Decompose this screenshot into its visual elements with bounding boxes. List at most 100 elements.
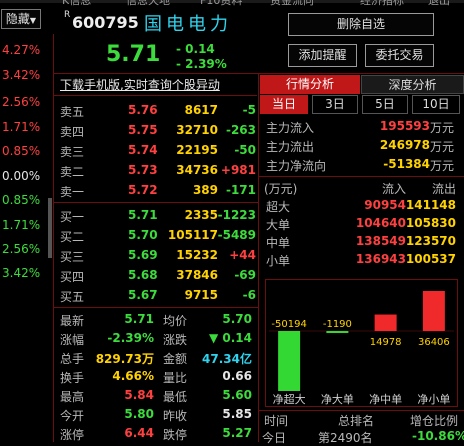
top-strip-frag4[interactable]: 资金流向: [270, 0, 314, 8]
download-app-link[interactable]: 下载手机版,实时查询个股异动: [60, 76, 220, 93]
net-flow-category-label: 净中单: [369, 392, 402, 406]
remove-watchlist-button[interactable]: 删除自选: [288, 13, 434, 36]
outflow-header: 流出: [431, 182, 456, 196]
center-divider: [258, 74, 259, 442]
net-flow-category-label: 净超大: [273, 392, 306, 406]
sell-price: 5.74: [128, 143, 158, 157]
top-strip-frag2[interactable]: 信息天地: [126, 0, 170, 8]
scale-value: 2.56%: [2, 95, 41, 109]
main-outflow-unit: 万元: [430, 140, 455, 154]
buy-level-label: 买一: [60, 210, 85, 224]
period-5d[interactable]: 5日: [362, 95, 408, 114]
period-10d[interactable]: 10日: [412, 95, 460, 114]
net-flow-data-label: -1190: [323, 319, 352, 330]
scale-value: 3.42%: [2, 68, 41, 82]
ratio-header: 增仓比例: [410, 414, 459, 428]
buy-price: 5.70: [128, 228, 158, 242]
top-strip-frag5[interactable]: 经济指标: [360, 0, 404, 8]
sell-level-label: 卖五: [60, 105, 85, 119]
scale-value: 4.27%: [2, 43, 41, 57]
scale-value: 1.71%: [2, 218, 41, 232]
hide-label: 隐藏: [5, 12, 30, 26]
buy-price: 5.67: [128, 288, 158, 302]
top-strip-frag6[interactable]: 退出: [428, 0, 450, 8]
buy-volume: 37846: [176, 268, 218, 282]
amount-value: 47.34亿: [202, 352, 252, 366]
chg-label: 涨跌: [163, 333, 188, 347]
flow-row-label: 小单: [266, 254, 291, 268]
buy-volume: 105117: [167, 228, 218, 242]
flow-divider: [259, 176, 464, 177]
buy-delta: -1223: [217, 208, 256, 222]
net-flow-data-label: -50194: [271, 319, 306, 330]
total-value: 829.73万: [95, 352, 154, 366]
avg-label: 均价: [163, 314, 188, 328]
top-strip-frag1[interactable]: K信息: [62, 0, 91, 8]
main-inflow-label: 主力流入: [266, 121, 315, 135]
footer-divider: [259, 410, 464, 411]
period-3d[interactable]: 3日: [312, 95, 358, 114]
chevron-down-icon: ▼: [29, 16, 37, 25]
sell-delta: -50: [234, 143, 256, 157]
stock-code: 600795: [72, 13, 139, 32]
open-value: 5.80: [124, 407, 154, 421]
sell-volume: 34736: [176, 163, 218, 177]
rank-header: 总排名: [338, 414, 375, 428]
net-flow-category-label: 净大单: [321, 392, 354, 406]
sell-price: 5.75: [128, 123, 158, 137]
entrust-trade-button[interactable]: 委托交易: [365, 44, 434, 67]
main-net-value: -51384: [383, 157, 430, 171]
scale-value: 3.42%: [2, 266, 41, 280]
header-divider: [54, 73, 464, 74]
link-divider: [54, 95, 257, 96]
price-change: - 0.14: [176, 42, 215, 56]
sell-delta: +981: [220, 163, 256, 177]
buy-price: 5.69: [128, 248, 158, 262]
code-prefix: R: [64, 10, 71, 20]
sell-volume: 22195: [176, 143, 218, 157]
high-value: 5.84: [124, 388, 154, 402]
sell-delta: -171: [225, 183, 256, 197]
net-flow-category-label: 净小单: [417, 392, 450, 406]
net-flow-bar: [374, 314, 397, 331]
ratio-value: -10.86%: [412, 429, 464, 443]
low-value: 5.60: [222, 388, 252, 402]
latest-value: 5.71: [124, 312, 154, 326]
top-strip-frag3[interactable]: F10资料: [200, 0, 242, 8]
flow-row-label: 中单: [266, 236, 291, 250]
scale-value: 2.56%: [2, 242, 41, 256]
limitdown-label: 跌停: [163, 428, 188, 442]
net-flow-bar: [326, 331, 349, 333]
chgpct-label: 涨幅: [60, 333, 85, 347]
add-alert-button[interactable]: 添加提醒: [288, 44, 357, 67]
net-flow-data-label: 14978: [370, 337, 402, 348]
turnover-label: 换手: [60, 371, 85, 385]
time-header: 时间: [264, 414, 289, 428]
volratio-label: 量比: [163, 371, 188, 385]
avg-value: 5.70: [222, 312, 252, 326]
total-label: 总手: [60, 352, 85, 366]
hide-button[interactable]: 隐藏▼: [1, 9, 41, 29]
main-outflow-value: 246978: [379, 138, 430, 152]
period-today[interactable]: 当日: [260, 95, 308, 114]
flow-row-out: 105830: [405, 216, 456, 230]
sell-price: 5.73: [128, 163, 158, 177]
scroll-handle[interactable]: [48, 198, 52, 258]
tab-market-analysis[interactable]: 行情分析: [260, 75, 360, 94]
chg-value: ▼ 0.14: [208, 331, 252, 345]
sell-price: 5.72: [128, 183, 158, 197]
tab-depth-analysis[interactable]: 深度分析: [361, 75, 464, 94]
high-label: 最高: [60, 390, 85, 404]
buy-delta: -69: [234, 268, 256, 282]
scale-value: 0.85%: [2, 193, 41, 207]
buy-volume: 2335: [184, 208, 218, 222]
today-label: 今日: [262, 431, 287, 445]
limitup-label: 涨停: [60, 428, 85, 442]
sell-volume: 8617: [184, 103, 218, 117]
chgpct-value: -2.39%: [107, 331, 154, 345]
net-flow-bar: [278, 331, 301, 391]
limitdown-value: 5.27: [222, 426, 252, 440]
flow-row-label: 超大: [266, 200, 291, 214]
buy-volume: 15232: [176, 248, 218, 262]
rank-value: 第2490名: [318, 431, 373, 445]
